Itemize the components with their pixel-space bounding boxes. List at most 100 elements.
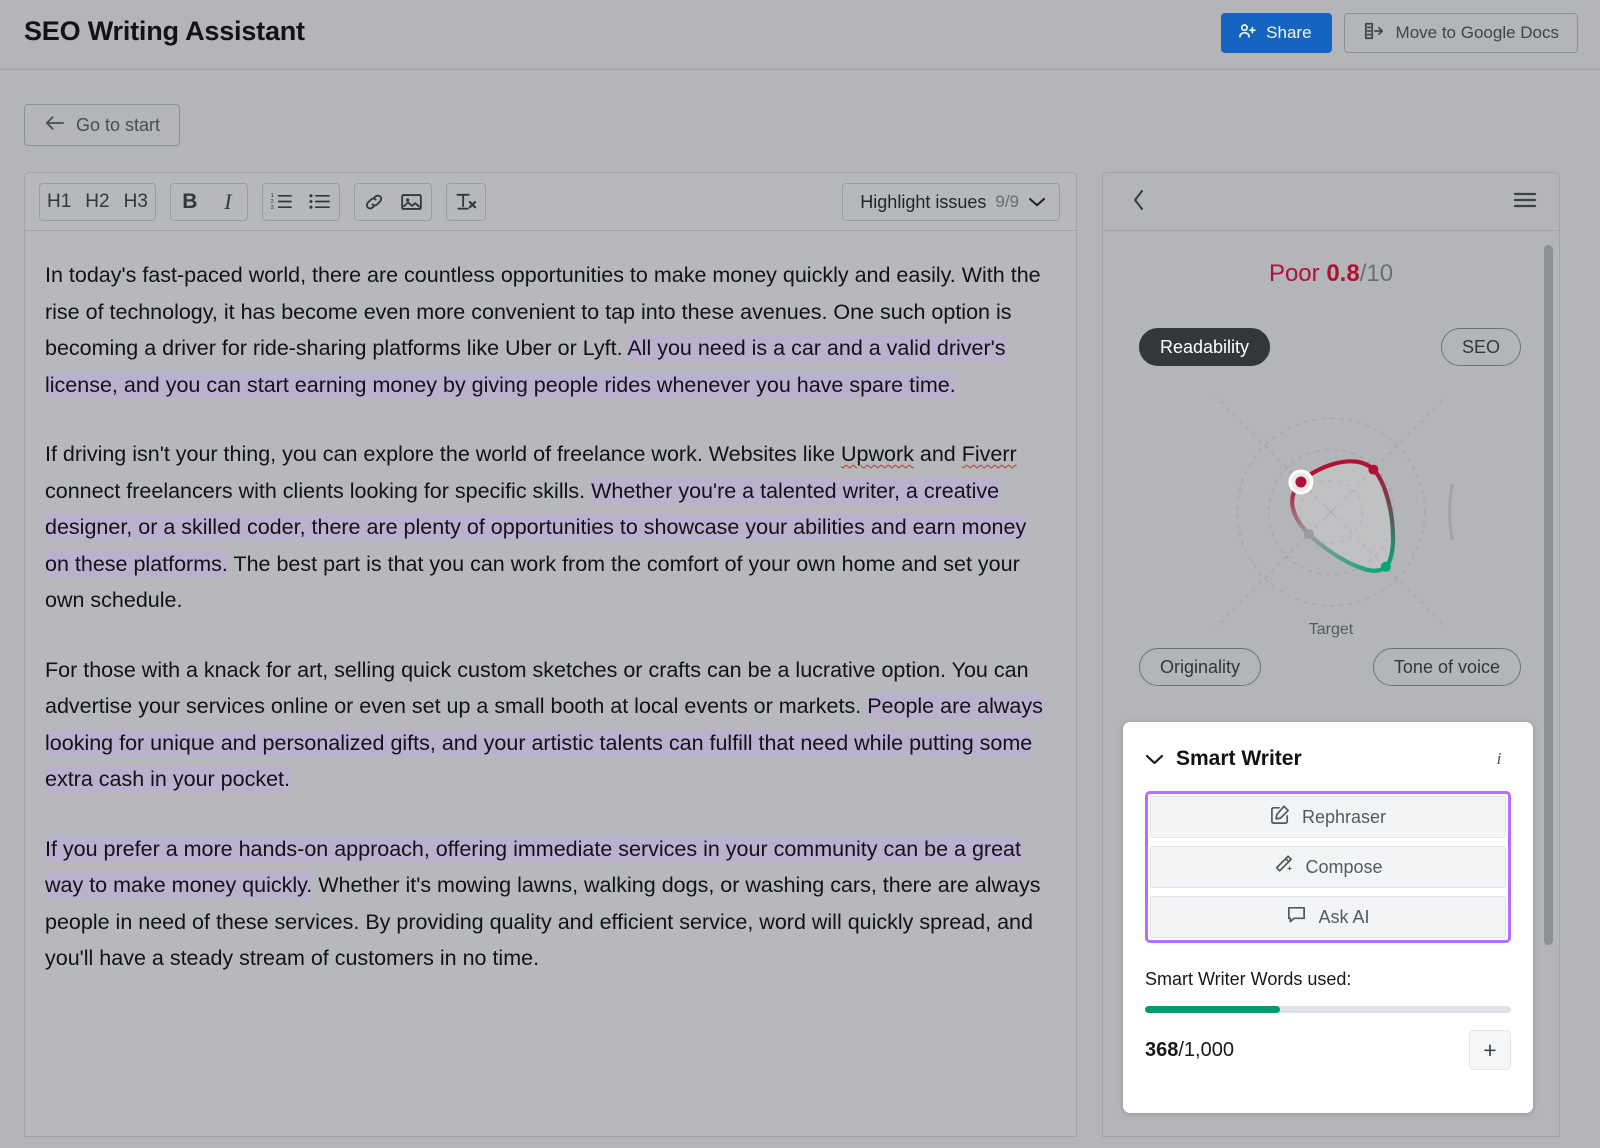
plus-icon: + bbox=[1483, 1037, 1496, 1063]
paragraph-text: If driving isn't your thing, you can exp… bbox=[45, 442, 841, 466]
export-arrow-icon bbox=[1363, 21, 1385, 46]
go-to-start-label: Go to start bbox=[76, 115, 160, 136]
compose-label: Compose bbox=[1305, 857, 1382, 878]
smart-writer-used-count: 368 bbox=[1145, 1039, 1178, 1061]
metric-chip-originality-label: Originality bbox=[1160, 657, 1240, 678]
paragraph-text: connect freelancers with clients looking… bbox=[45, 479, 591, 503]
smart-writer-usage-text: 368/1,000 bbox=[1145, 1039, 1234, 1062]
go-to-start-button[interactable]: Go to start bbox=[24, 104, 180, 146]
bold-button[interactable]: B bbox=[171, 183, 209, 221]
heading-2-button[interactable]: H2 bbox=[78, 183, 116, 221]
smart-writer-card: Smart Writer i Rephraser bbox=[1123, 722, 1533, 1113]
edit-square-icon bbox=[1270, 804, 1291, 830]
smart-writer-progress-fill bbox=[1145, 1006, 1280, 1013]
person-add-icon bbox=[1237, 21, 1257, 46]
score-denominator: /10 bbox=[1360, 260, 1393, 287]
italic-button[interactable]: I bbox=[209, 183, 247, 221]
ordered-list-button[interactable]: 1 2 3 bbox=[263, 183, 301, 221]
bullet-list-icon bbox=[308, 192, 331, 211]
smart-writer-usage-row: 368/1,000 + bbox=[1145, 1030, 1511, 1070]
clear-formatting-icon bbox=[454, 191, 478, 212]
compose-button[interactable]: Compose bbox=[1150, 846, 1506, 888]
share-button[interactable]: Share bbox=[1221, 13, 1331, 53]
radar-data-point-readability[interactable] bbox=[1295, 476, 1306, 487]
image-icon bbox=[400, 192, 423, 212]
document-paragraph: For those with a knack for art, selling … bbox=[45, 652, 1054, 798]
collapse-sidebar-button[interactable] bbox=[1123, 186, 1155, 218]
smart-writer-header: Smart Writer i bbox=[1145, 743, 1511, 775]
bold-label: B bbox=[182, 190, 197, 214]
rephraser-button[interactable]: Rephraser bbox=[1150, 796, 1506, 838]
metric-chip-seo[interactable]: SEO bbox=[1441, 328, 1521, 366]
header-actions: Share Move to Google Docs bbox=[1221, 13, 1578, 53]
h2-label: H2 bbox=[85, 191, 109, 213]
link-button[interactable] bbox=[355, 183, 393, 221]
radar-target-ring bbox=[1450, 484, 1453, 540]
overall-score: Poor 0.8/10 bbox=[1103, 260, 1559, 288]
metric-chip-readability-label: Readability bbox=[1160, 337, 1249, 358]
image-button[interactable] bbox=[393, 183, 431, 221]
insert-button-group bbox=[354, 183, 432, 221]
chevron-down-icon[interactable] bbox=[1145, 753, 1164, 766]
document-paragraph: If driving isn't your thing, you can exp… bbox=[45, 436, 1054, 619]
smart-writer-limit: /1,000 bbox=[1178, 1039, 1234, 1061]
page-title: SEO Writing Assistant bbox=[24, 16, 305, 47]
editor-toolbar: H1 H2 H3 B I 1 2 3 bbox=[25, 173, 1076, 231]
sidebar-header bbox=[1103, 173, 1559, 231]
italic-label: I bbox=[224, 189, 231, 215]
highlight-issues-dropdown[interactable]: Highlight issues 9/9 bbox=[842, 183, 1060, 221]
chevron-left-icon bbox=[1132, 189, 1146, 214]
misspelled-word[interactable]: Fiverr bbox=[962, 442, 1017, 466]
info-icon[interactable]: i bbox=[1487, 747, 1511, 771]
share-button-label: Share bbox=[1266, 23, 1311, 43]
score-radar-chart bbox=[1103, 369, 1559, 659]
heading-button-group: H1 H2 H3 bbox=[39, 183, 156, 221]
bullet-list-button[interactable] bbox=[301, 183, 339, 221]
highlight-issues-label: Highlight issues bbox=[860, 192, 986, 213]
radar-target-label: Target bbox=[1103, 621, 1559, 639]
heading-3-button[interactable]: H3 bbox=[117, 183, 155, 221]
radar-data-point-seo[interactable] bbox=[1368, 465, 1378, 475]
smart-writer-title: Smart Writer bbox=[1176, 747, 1487, 771]
paragraph-text: and bbox=[914, 442, 962, 466]
magic-wand-icon bbox=[1273, 854, 1294, 880]
sidebar-menu-button[interactable] bbox=[1509, 186, 1541, 218]
clear-format-group bbox=[446, 183, 486, 221]
svg-text:3: 3 bbox=[271, 205, 274, 211]
smart-writer-progress-bar bbox=[1145, 1006, 1511, 1013]
chat-bubble-icon bbox=[1286, 904, 1307, 930]
score-value: 0.8 bbox=[1326, 260, 1359, 287]
move-to-google-docs-button[interactable]: Move to Google Docs bbox=[1344, 13, 1578, 53]
h1-label: H1 bbox=[47, 191, 71, 213]
metric-chip-seo-label: SEO bbox=[1462, 337, 1500, 358]
top-header-bar: SEO Writing Assistant Share bbox=[0, 0, 1600, 70]
move-to-google-docs-label: Move to Google Docs bbox=[1396, 23, 1559, 43]
radar-data-point-tone-of-voice[interactable] bbox=[1381, 562, 1391, 572]
ask-ai-button[interactable]: Ask AI bbox=[1150, 896, 1506, 938]
document-editor-content[interactable]: In today's fast-paced world, there are c… bbox=[25, 231, 1076, 997]
chevron-down-icon bbox=[1028, 192, 1046, 213]
clear-formatting-button[interactable] bbox=[447, 183, 485, 221]
arrow-left-icon bbox=[44, 114, 65, 137]
heading-1-button[interactable]: H1 bbox=[40, 183, 78, 221]
highlight-issues-count: 9/9 bbox=[995, 192, 1019, 212]
document-paragraph: If you prefer a more hands-on approach, … bbox=[45, 831, 1054, 977]
editor-panel: H1 H2 H3 B I 1 2 3 bbox=[24, 172, 1077, 1137]
numbered-list-icon: 1 2 3 bbox=[270, 192, 293, 211]
h3-label: H3 bbox=[124, 191, 148, 213]
misspelled-word[interactable]: Upwork bbox=[841, 442, 914, 466]
metric-chip-readability[interactable]: Readability bbox=[1139, 328, 1270, 366]
score-rating: Poor bbox=[1269, 260, 1320, 287]
seo-writing-assistant-app: SEO Writing Assistant Share bbox=[0, 0, 1600, 1148]
sidebar-scrollbar[interactable] bbox=[1544, 245, 1553, 945]
rephraser-label: Rephraser bbox=[1302, 807, 1386, 828]
smart-writer-words-used-label: Smart Writer Words used: bbox=[1145, 969, 1511, 990]
radar-data-point-originality[interactable] bbox=[1304, 529, 1314, 539]
add-words-button[interactable]: + bbox=[1469, 1030, 1511, 1070]
metric-chip-tone-of-voice-label: Tone of voice bbox=[1394, 657, 1500, 678]
document-paragraph: In today's fast-paced world, there are c… bbox=[45, 257, 1054, 403]
smart-writer-actions-group: Rephraser Compose Ask AI bbox=[1145, 791, 1511, 943]
link-icon bbox=[363, 192, 385, 212]
hamburger-menu-icon bbox=[1513, 191, 1537, 212]
ask-ai-label: Ask AI bbox=[1318, 907, 1369, 928]
